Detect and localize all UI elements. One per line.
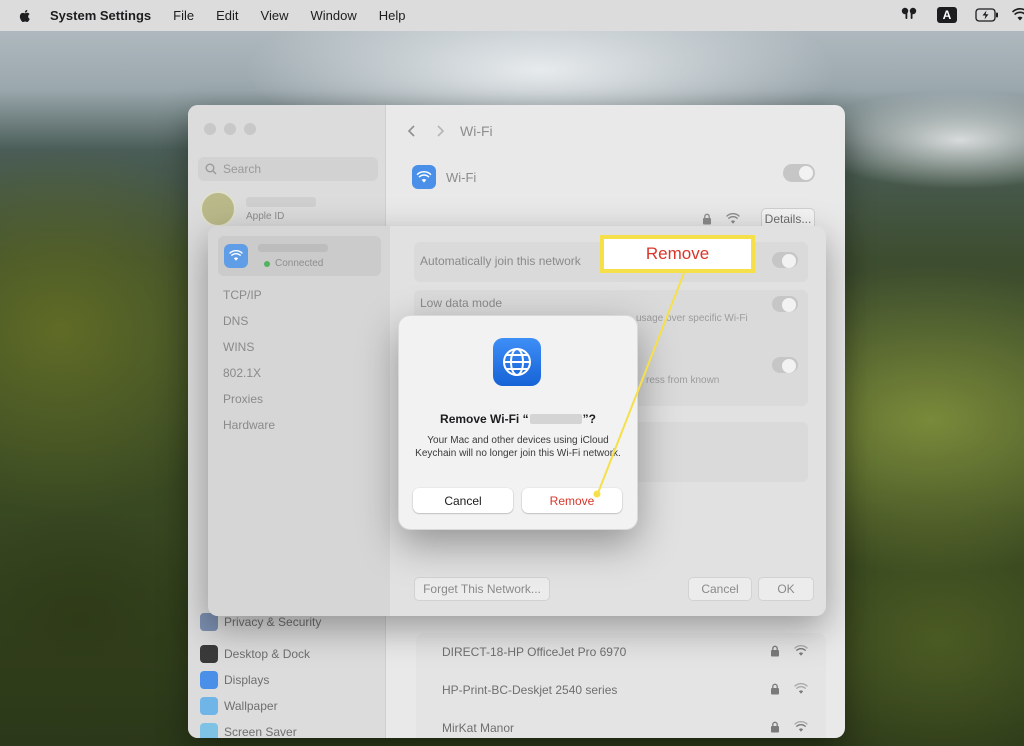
zoom-window-button[interactable] <box>244 123 256 135</box>
auto-join-toggle[interactable] <box>772 252 798 268</box>
screensaver-icon <box>200 723 218 738</box>
wifi-status-icon[interactable] <box>1012 8 1024 22</box>
remove-callout-label: Remove <box>600 235 755 273</box>
menu-app-name[interactable]: System Settings <box>50 8 151 23</box>
network-name: MirKat Manor <box>442 721 515 735</box>
alert-cancel-button[interactable]: Cancel <box>413 488 513 513</box>
network-name-redacted <box>258 244 328 252</box>
display-icon <box>200 671 218 689</box>
close-window-button[interactable] <box>204 123 216 135</box>
menu-window[interactable]: Window <box>310 8 356 23</box>
sidebar-item-label: Wallpaper <box>224 699 278 713</box>
alert-title-prefix: Remove Wi-Fi “ <box>440 412 529 426</box>
tab-proxies[interactable]: Proxies <box>223 386 275 412</box>
connected-dot-icon <box>264 260 270 267</box>
sidebar-item-label: Displays <box>224 673 270 687</box>
battery-charging-icon[interactable] <box>975 8 999 22</box>
avatar <box>200 191 236 227</box>
network-name-redacted <box>529 414 582 424</box>
sidebar-item-label: Screen Saver <box>224 725 297 738</box>
alert-title-suffix: ”? <box>582 412 596 426</box>
airpods-icon[interactable] <box>898 6 920 22</box>
tab-hardware[interactable]: Hardware <box>223 412 275 438</box>
sidebar-item-screen-saver[interactable]: Screen Saver <box>200 723 297 738</box>
lock-icon <box>771 683 779 695</box>
menu-view[interactable]: View <box>261 8 289 23</box>
apple-id-name-redacted <box>246 196 316 207</box>
search-placeholder: Search <box>223 162 262 176</box>
low-data-toggle[interactable] <box>772 296 798 312</box>
menu-edit[interactable]: Edit <box>216 8 238 23</box>
lock-icon <box>771 721 779 733</box>
remove-wifi-alert: Remove Wi-Fi “ ”? Your Mac and other dev… <box>398 315 638 530</box>
wifi-signal-icon <box>794 683 808 694</box>
connection-status: Connected <box>264 258 323 269</box>
sidebar-item-desktop-dock[interactable]: Desktop & Dock <box>200 645 310 663</box>
apple-logo-icon[interactable] <box>17 8 33 24</box>
auto-join-label: Automatically join this network <box>420 254 581 268</box>
alert-title: Remove Wi-Fi “ ”? <box>399 412 637 426</box>
network-name: DIRECT-18-HP OfficeJet Pro 6970 <box>442 645 627 659</box>
current-network-card[interactable]: Connected <box>218 236 381 276</box>
lock-icon <box>703 213 711 225</box>
search-icon <box>205 163 217 175</box>
back-chevron-icon[interactable] <box>406 124 418 138</box>
sheet-ok-button[interactable]: OK <box>758 577 814 601</box>
wifi-signal-icon <box>794 645 808 656</box>
list-item[interactable]: MirKat Manor <box>416 709 826 738</box>
minimize-window-button[interactable] <box>224 123 236 135</box>
wifi-icon <box>412 165 436 189</box>
wallpaper-icon <box>200 697 218 715</box>
limit-tracking-toggle[interactable] <box>772 357 798 373</box>
sidebar-item-label: Desktop & Dock <box>224 647 311 661</box>
forget-network-button[interactable]: Forget This Network... <box>414 577 550 601</box>
forward-chevron-icon[interactable] <box>434 124 446 138</box>
sheet-cancel-button[interactable]: Cancel <box>688 577 752 601</box>
menu-bar: System Settings File Edit View Window He… <box>0 0 1024 31</box>
wifi-signal-icon <box>794 721 808 732</box>
wifi-master-row: Wi-Fi <box>412 165 476 189</box>
menu-file[interactable]: File <box>173 8 194 23</box>
limit-tracking-hint: ress from known <box>646 375 720 386</box>
sidebar-item-label: Privacy & Security <box>224 615 322 629</box>
dock-icon <box>200 645 218 663</box>
sidebar-item-displays[interactable]: Displays <box>200 671 269 689</box>
globe-network-icon <box>493 338 541 386</box>
sidebar-item-wallpaper[interactable]: Wallpaper <box>200 697 278 715</box>
input-source-indicator[interactable]: A <box>937 7 957 23</box>
sheet-sidebar: Connected TCP/IP DNS WINS 802.1X Proxies… <box>208 226 390 616</box>
lock-icon <box>771 645 779 657</box>
list-item[interactable]: DIRECT-18-HP OfficeJet Pro 6970 <box>416 633 826 671</box>
apple-id-label: Apple ID <box>246 210 285 222</box>
tab-dns[interactable]: DNS <box>223 308 275 334</box>
wifi-icon <box>224 244 248 268</box>
input-source-letter: A <box>937 7 957 23</box>
alert-remove-button[interactable]: Remove <box>522 488 622 513</box>
wifi-signal-icon <box>726 213 740 224</box>
alert-message: Your Mac and other devices using iCloud … <box>415 435 621 459</box>
menu-help[interactable]: Help <box>379 8 406 23</box>
low-data-label: Low data mode <box>420 296 503 310</box>
connection-status-label: Connected <box>275 258 324 269</box>
sidebar-search-field[interactable]: Search <box>198 157 378 181</box>
page-title: Wi-Fi <box>460 123 493 139</box>
low-data-hint: usage over specific Wi-Fi <box>636 313 748 324</box>
sidebar-item-apple-id[interactable]: Apple ID <box>200 191 316 227</box>
tab-wins[interactable]: WINS <box>223 334 275 360</box>
details-tabs: TCP/IP DNS WINS 802.1X Proxies Hardware <box>223 282 275 438</box>
network-name: HP-Print-BC-Deskjet 2540 series <box>442 683 618 697</box>
tab-802-1x[interactable]: 802.1X <box>223 360 275 386</box>
list-item[interactable]: HP-Print-BC-Deskjet 2540 series <box>416 671 826 709</box>
navigation-bar: Wi-Fi <box>406 123 493 139</box>
tab-tcp-ip[interactable]: TCP/IP <box>223 282 275 308</box>
known-networks-list: DIRECT-18-HP OfficeJet Pro 6970 HP-Print… <box>416 633 826 738</box>
wifi-toggle[interactable] <box>783 164 815 182</box>
wifi-label: Wi-Fi <box>446 169 477 185</box>
